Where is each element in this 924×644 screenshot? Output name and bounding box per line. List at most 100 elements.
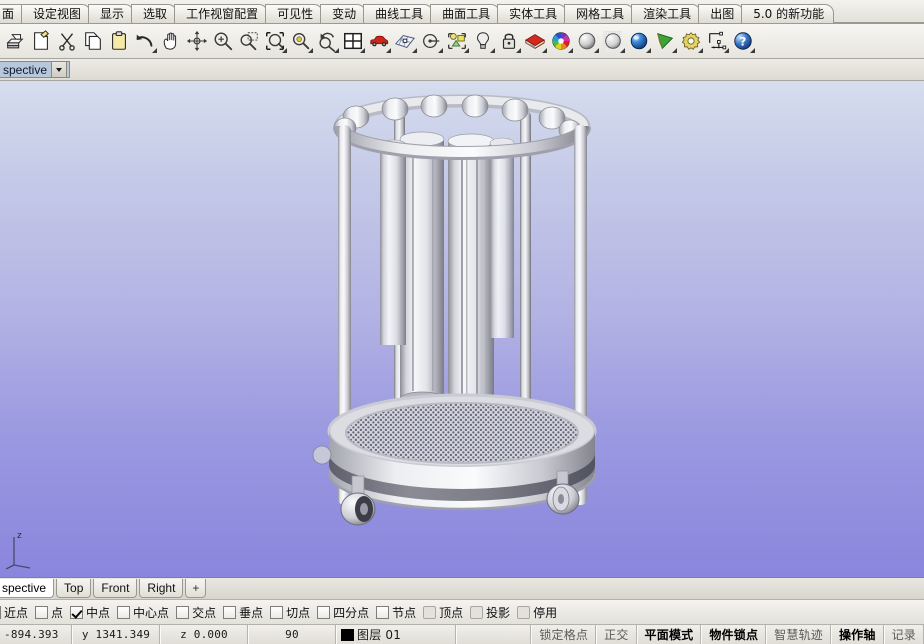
menu-tab-5[interactable]: 可见性 bbox=[265, 4, 323, 23]
osnap-option-1[interactable]: 点 bbox=[35, 604, 63, 621]
new-file-icon[interactable] bbox=[28, 27, 54, 55]
osnap-option-3[interactable]: 中心点 bbox=[117, 604, 169, 621]
osnap-checkbox[interactable] bbox=[176, 606, 189, 619]
viewport-tab-1[interactable]: Top bbox=[56, 579, 91, 598]
osnap-option-9[interactable]: 顶点 bbox=[423, 604, 463, 621]
flyout-triangle-icon[interactable] bbox=[464, 48, 469, 53]
osnap-option-5[interactable]: 垂点 bbox=[223, 604, 263, 621]
options-gear-icon[interactable] bbox=[678, 27, 704, 55]
flyout-triangle-icon[interactable] bbox=[646, 48, 651, 53]
flyout-triangle-icon[interactable] bbox=[542, 48, 547, 53]
flyout-triangle-icon[interactable] bbox=[594, 48, 599, 53]
flyout-triangle-icon[interactable] bbox=[516, 48, 521, 53]
viewport-name-widget[interactable]: spective bbox=[0, 61, 70, 78]
print-icon[interactable] bbox=[2, 27, 28, 55]
flat-shade-icon[interactable] bbox=[652, 27, 678, 55]
flyout-triangle-icon[interactable] bbox=[724, 48, 729, 53]
cut-scissors-icon[interactable] bbox=[54, 27, 80, 55]
menu-tab-3[interactable]: 选取 bbox=[131, 4, 177, 23]
flyout-triangle-icon[interactable] bbox=[490, 48, 495, 53]
osnap-option-7[interactable]: 四分点 bbox=[317, 604, 369, 621]
menu-tab-9[interactable]: 实体工具 bbox=[497, 4, 567, 23]
object-properties-icon[interactable] bbox=[444, 27, 470, 55]
perspective-viewport[interactable]: z bbox=[0, 81, 924, 577]
menu-tab-6[interactable]: 变动 bbox=[320, 4, 366, 23]
osnap-checkbox[interactable] bbox=[470, 606, 483, 619]
cplane-grid-icon[interactable] bbox=[392, 27, 418, 55]
status-toggle-2[interactable]: 平面模式 bbox=[637, 625, 702, 644]
flyout-triangle-icon[interactable] bbox=[568, 48, 573, 53]
flyout-triangle-icon[interactable] bbox=[412, 48, 417, 53]
shaded-sphere-icon[interactable] bbox=[574, 27, 600, 55]
osnap-option-0[interactable]: 近点 bbox=[0, 604, 28, 621]
light-bulb-icon[interactable] bbox=[470, 27, 496, 55]
flyout-triangle-icon[interactable] bbox=[334, 48, 339, 53]
menu-tab-8[interactable]: 曲面工具 bbox=[430, 4, 500, 23]
viewport-tab-3[interactable]: Right bbox=[139, 579, 183, 598]
flyout-triangle-icon[interactable] bbox=[620, 48, 625, 53]
zoom-selected-icon[interactable] bbox=[288, 27, 314, 55]
osnap-option-10[interactable]: 投影 bbox=[470, 604, 510, 621]
named-view-icon[interactable] bbox=[418, 27, 444, 55]
rendered-sphere-icon[interactable] bbox=[626, 27, 652, 55]
add-viewport-tab-button[interactable]: + bbox=[185, 579, 206, 598]
status-toggle-0[interactable]: 锁定格点 bbox=[531, 625, 596, 644]
status-toggle-1[interactable]: 正交 bbox=[596, 625, 636, 644]
osnap-checkbox[interactable] bbox=[270, 606, 283, 619]
flyout-triangle-icon[interactable] bbox=[282, 48, 287, 53]
four-viewport-icon[interactable] bbox=[340, 27, 366, 55]
osnap-option-2[interactable]: 中点 bbox=[70, 604, 110, 621]
viewport-tab-0[interactable]: spective bbox=[0, 579, 54, 598]
material-icon[interactable] bbox=[522, 27, 548, 55]
menu-tab-13[interactable]: 5.0 的新功能 bbox=[741, 4, 834, 23]
status-current-layer[interactable]: 图层 01 bbox=[336, 625, 456, 644]
status-toggle-3[interactable]: 物件锁点 bbox=[701, 625, 766, 644]
osnap-checkbox[interactable] bbox=[517, 606, 530, 619]
menu-tab-2[interactable]: 显示 bbox=[88, 4, 134, 23]
menu-tab-12[interactable]: 出图 bbox=[698, 4, 744, 23]
osnap-checkbox[interactable] bbox=[70, 606, 83, 619]
undo-icon[interactable] bbox=[132, 27, 158, 55]
osnap-checkbox[interactable] bbox=[0, 606, 1, 619]
color-wheel-icon[interactable] bbox=[548, 27, 574, 55]
paste-clipboard-icon[interactable] bbox=[106, 27, 132, 55]
osnap-option-6[interactable]: 切点 bbox=[270, 604, 310, 621]
zoom-previous-icon[interactable] bbox=[314, 27, 340, 55]
copy-icon[interactable] bbox=[80, 27, 106, 55]
menu-tab-1[interactable]: 设定视图 bbox=[21, 4, 91, 23]
flyout-triangle-icon[interactable] bbox=[386, 48, 391, 53]
osnap-option-4[interactable]: 交点 bbox=[176, 604, 216, 621]
viewport-tab-2[interactable]: Front bbox=[93, 579, 137, 598]
menu-tab-10[interactable]: 网格工具 bbox=[564, 4, 634, 23]
ghosted-sphere-icon[interactable] bbox=[600, 27, 626, 55]
flyout-triangle-icon[interactable] bbox=[672, 48, 677, 53]
lock-layer-icon[interactable] bbox=[496, 27, 522, 55]
zoom-in-icon[interactable] bbox=[210, 27, 236, 55]
pan-hand-icon[interactable] bbox=[158, 27, 184, 55]
flyout-triangle-icon[interactable] bbox=[438, 48, 443, 53]
flyout-triangle-icon[interactable] bbox=[750, 48, 755, 53]
dimension-icon[interactable] bbox=[704, 27, 730, 55]
osnap-option-11[interactable]: 停用 bbox=[517, 604, 557, 621]
flyout-triangle-icon[interactable] bbox=[152, 48, 157, 53]
flyout-triangle-icon[interactable] bbox=[308, 48, 313, 53]
osnap-checkbox[interactable] bbox=[423, 606, 436, 619]
zoom-window-icon[interactable] bbox=[236, 27, 262, 55]
status-toggle-4[interactable]: 智慧轨迹 bbox=[766, 625, 831, 644]
menu-tab-7[interactable]: 曲线工具 bbox=[363, 4, 433, 23]
flyout-triangle-icon[interactable] bbox=[360, 48, 365, 53]
zoom-extents-icon[interactable] bbox=[262, 27, 288, 55]
osnap-checkbox[interactable] bbox=[223, 606, 236, 619]
osnap-checkbox[interactable] bbox=[117, 606, 130, 619]
status-toggle-5[interactable]: 操作轴 bbox=[831, 625, 884, 644]
flyout-triangle-icon[interactable] bbox=[698, 48, 703, 53]
chevron-down-icon[interactable] bbox=[51, 61, 67, 78]
osnap-option-8[interactable]: 节点 bbox=[376, 604, 416, 621]
help-icon[interactable]: ? bbox=[730, 27, 756, 55]
status-toggle-6[interactable]: 记录 bbox=[884, 625, 924, 644]
osnap-checkbox[interactable] bbox=[376, 606, 389, 619]
menu-tab-4[interactable]: 工作视窗配置 bbox=[174, 4, 268, 23]
render-car-icon[interactable] bbox=[366, 27, 392, 55]
rotate-view-icon[interactable] bbox=[184, 27, 210, 55]
menu-tab-11[interactable]: 渲染工具 bbox=[631, 4, 701, 23]
